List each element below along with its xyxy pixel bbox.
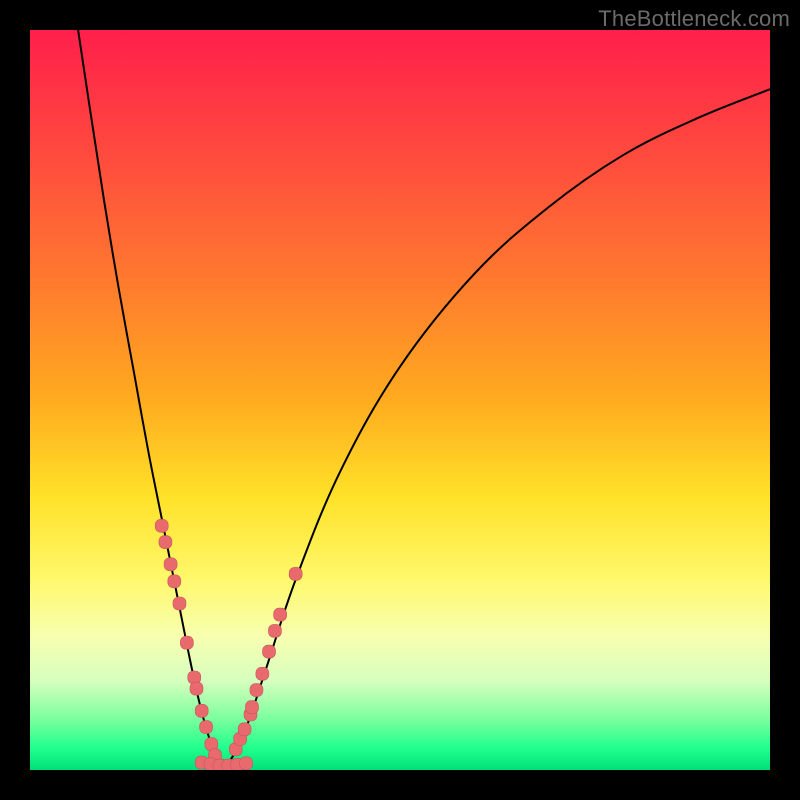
marker-point bbox=[240, 757, 253, 770]
right-curve bbox=[222, 89, 770, 768]
watermark-text: TheBottleneck.com bbox=[598, 6, 790, 32]
left-curve bbox=[78, 30, 222, 768]
marker-point bbox=[168, 575, 181, 588]
marker-point bbox=[195, 704, 208, 717]
chart-frame: TheBottleneck.com bbox=[0, 0, 800, 800]
marker-point bbox=[274, 608, 287, 621]
marker-point bbox=[263, 645, 276, 658]
marker-point bbox=[250, 684, 263, 697]
marker-point bbox=[256, 667, 269, 680]
marker-point bbox=[190, 682, 203, 695]
plot-area bbox=[30, 30, 770, 770]
marker-point bbox=[200, 721, 213, 734]
marker-point bbox=[238, 723, 251, 736]
marker-point bbox=[164, 558, 177, 571]
highlight-markers bbox=[155, 519, 302, 770]
marker-point bbox=[289, 567, 302, 580]
marker-point bbox=[268, 624, 281, 637]
chart-svg bbox=[30, 30, 770, 770]
marker-point bbox=[155, 519, 168, 532]
marker-point bbox=[159, 536, 172, 549]
marker-point bbox=[180, 636, 193, 649]
marker-point bbox=[173, 597, 186, 610]
marker-point bbox=[246, 701, 259, 714]
